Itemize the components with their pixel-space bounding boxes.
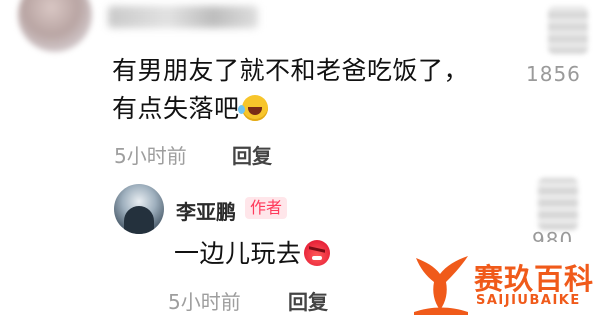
comment-text-line-2: 有点失落吧 xyxy=(112,94,240,123)
reply-like-count: 980 xyxy=(532,228,574,242)
comment-text: 有男朋友了就不和老爸吃饭了， 有点失落吧 xyxy=(112,52,469,128)
reply-author-avatar[interactable] xyxy=(114,184,164,234)
commenter-name-blurred[interactable] xyxy=(108,6,258,28)
laughing-tears-icon xyxy=(237,95,268,121)
comment-timestamp: 5小时前 xyxy=(114,144,187,168)
watermark-title: 赛玖百科 xyxy=(474,262,595,296)
reply-text: 一边儿玩去 xyxy=(174,236,330,272)
reply-text-content: 一边儿玩去 xyxy=(174,239,302,268)
reply-reply-button[interactable]: 回复 xyxy=(288,286,328,315)
reply-timestamp: 5小时前 xyxy=(168,290,241,314)
like-count: 1856 xyxy=(526,62,581,86)
reply-author-name[interactable]: 李亚鹏 xyxy=(176,196,236,225)
commenter-avatar[interactable] xyxy=(18,0,92,52)
like-icon-blurred[interactable] xyxy=(548,6,588,54)
comment-text-line: 有男朋友了就不和老爸吃饭了， xyxy=(112,56,470,85)
watermark-subtitle: SAIJIUBAIKE xyxy=(476,293,581,308)
watermark-logo-icon xyxy=(414,256,468,315)
reply-button[interactable]: 回复 xyxy=(232,140,272,169)
reply-like-icon-blurred[interactable] xyxy=(538,178,578,230)
author-badge: 作者 xyxy=(245,197,288,219)
angry-face-icon xyxy=(303,240,330,266)
comment-text-line: 有点失落吧 xyxy=(112,90,469,128)
